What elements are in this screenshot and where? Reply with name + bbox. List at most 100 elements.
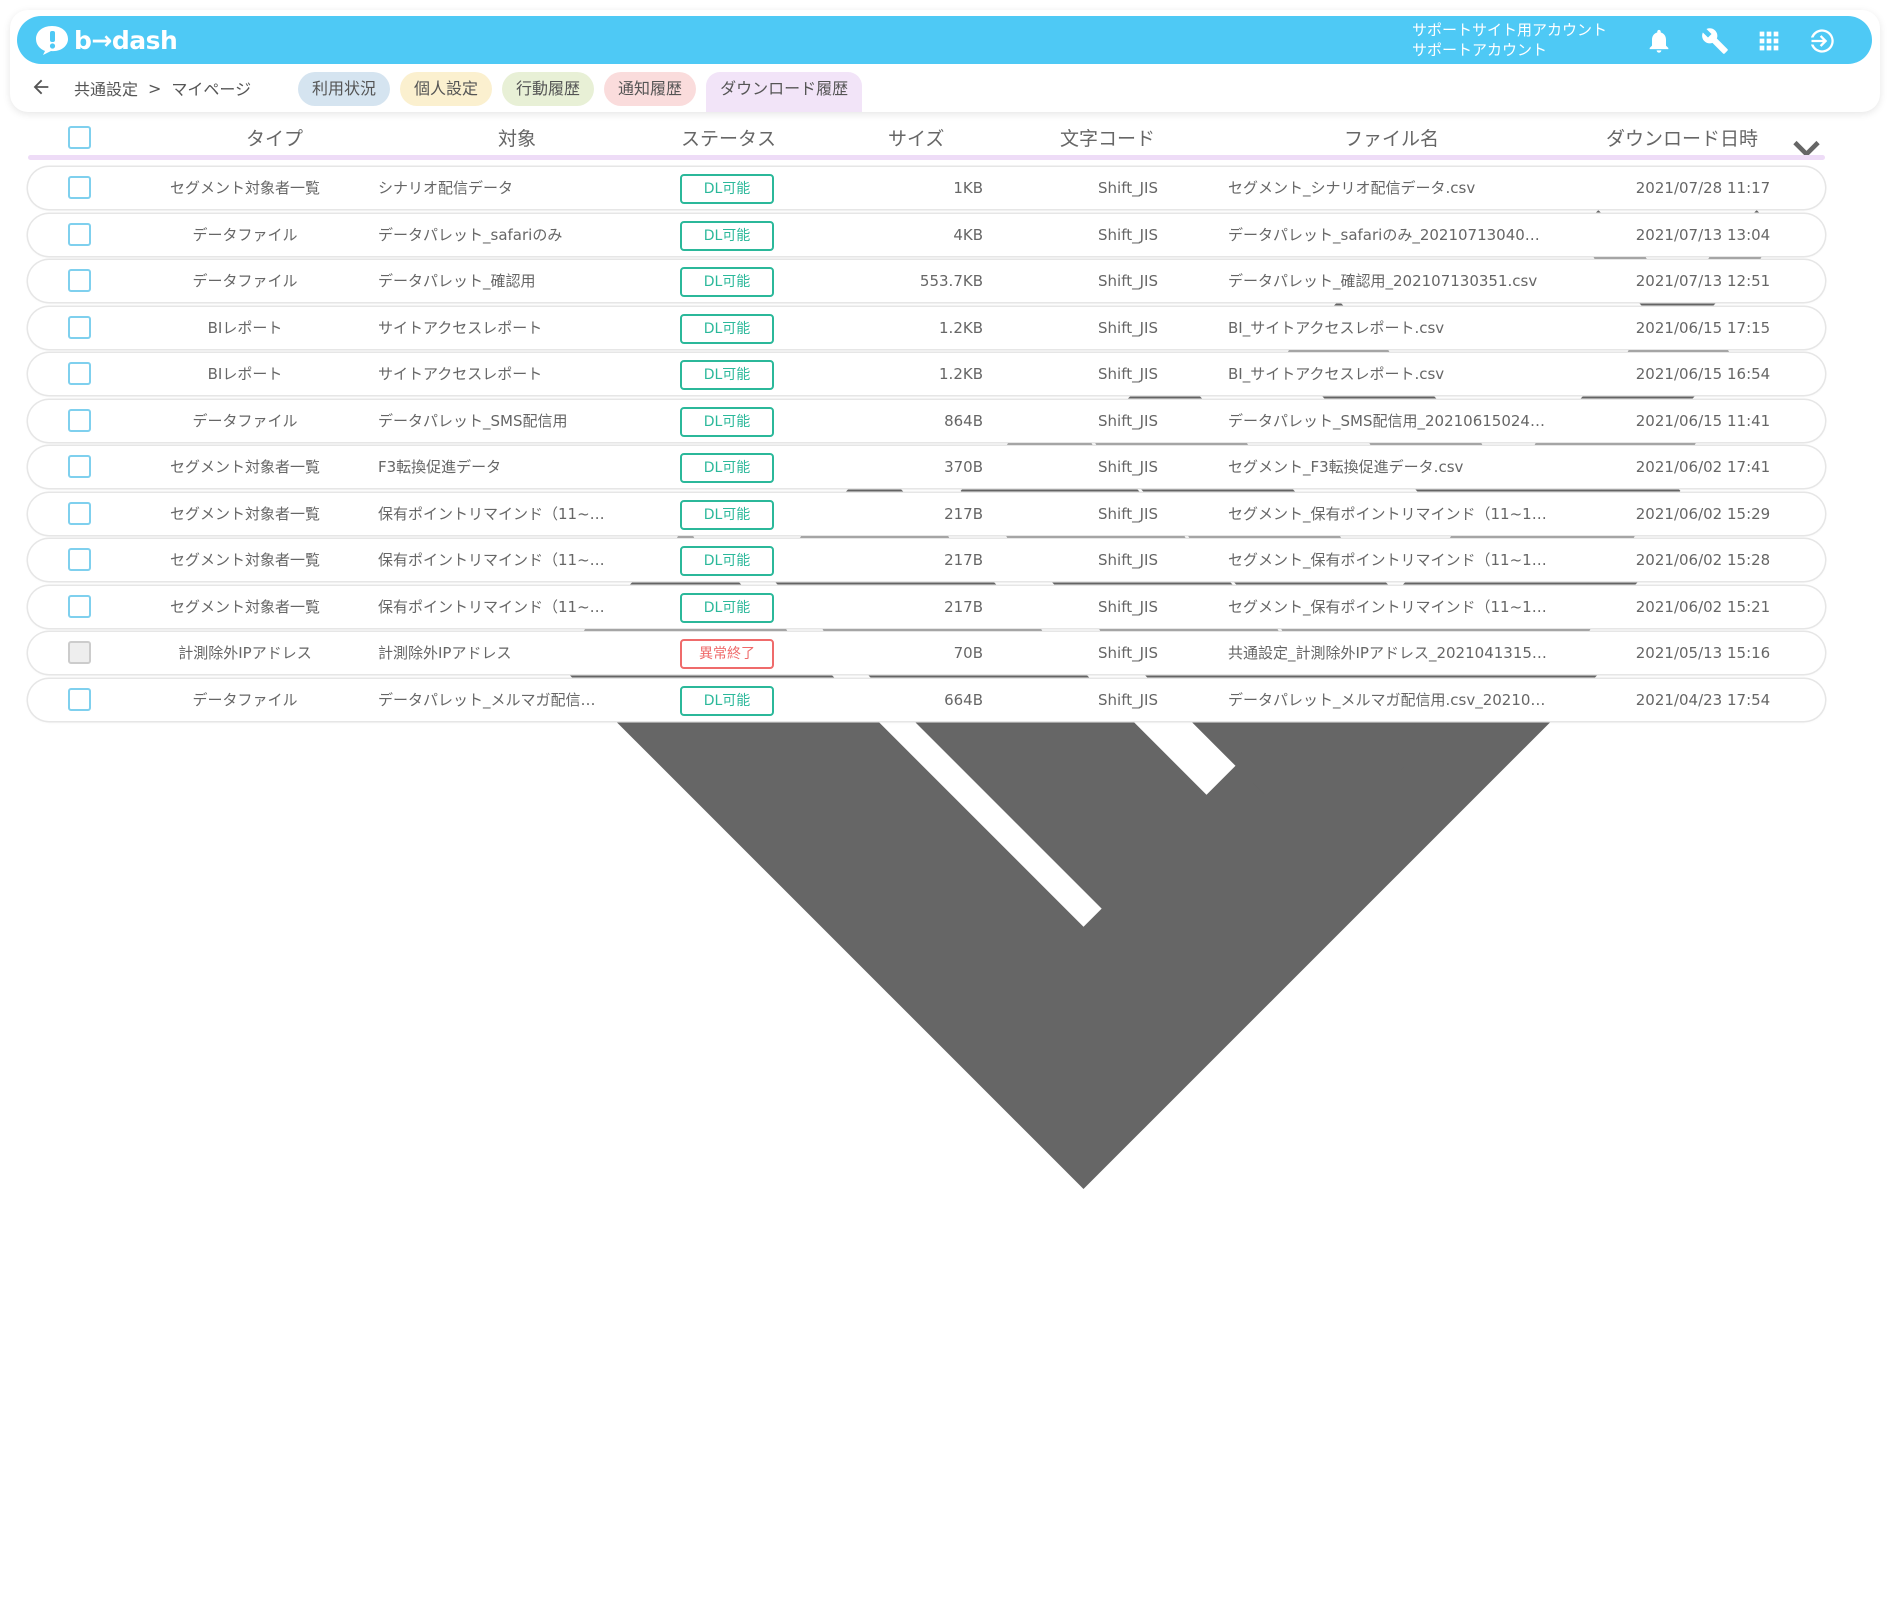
top-bar: b→dash サポートサイト用アカウント サポートアカウント xyxy=(17,16,1872,64)
table-row[interactable]: BIレポート サイトアクセスレポート DL可能 1.2KB Shift_JIS … xyxy=(28,306,1825,349)
row-checkbox[interactable] xyxy=(68,222,91,246)
row-checkbox[interactable] xyxy=(68,408,91,432)
row-checkbox-cell xyxy=(68,455,91,479)
cell-date: 2021/06/02 17:41 xyxy=(1635,458,1771,476)
cell-filename: BI_サイトアクセスレポート.csv xyxy=(1228,365,1445,383)
table-row[interactable]: データファイル データパレット_メルマガ配信… DL可能 664B Shift_… xyxy=(28,678,1825,721)
grid-icon[interactable] xyxy=(1754,26,1784,56)
cell-date: 2021/06/02 15:29 xyxy=(1635,504,1771,523)
row-checkbox[interactable] xyxy=(68,315,91,339)
cell-size: 217B xyxy=(944,504,983,523)
status-badge[interactable]: DL可能 xyxy=(680,360,774,390)
cell-target: データパレット_メルマガ配信… xyxy=(378,690,596,709)
logo-text: b→dash xyxy=(74,25,178,55)
table-header: タイプ 対象 ステータス サイズ 文字コード ファイル名 ダウンロード日時 xyxy=(28,118,1825,1189)
table-row[interactable]: セグメント対象者一覧 シナリオ配信データ DL可能 1KB Shift_JIS … xyxy=(28,167,1825,209)
tab-download-history[interactable]: ダウンロード履歴 xyxy=(706,72,863,112)
row-checkbox[interactable] xyxy=(68,269,91,292)
row-checkbox[interactable] xyxy=(68,501,91,525)
column-header-type[interactable]: タイプ xyxy=(246,118,303,156)
cell-date: 2021/06/15 11:41 xyxy=(1635,411,1771,430)
cell-encoding: Shift_JIS xyxy=(1098,365,1158,383)
table-row[interactable]: データファイル データパレット_SMS配信用 DL可能 864B Shift_J… xyxy=(28,399,1825,442)
status-badge[interactable]: DL可能 xyxy=(680,685,774,716)
row-checkbox-cell xyxy=(68,594,91,619)
status-badge[interactable]: DL可能 xyxy=(680,267,774,297)
cell-target: サイトアクセスレポート xyxy=(378,365,543,383)
row-checkbox[interactable] xyxy=(68,548,91,571)
status-badge[interactable]: DL可能 xyxy=(680,406,774,437)
cell-type: セグメント対象者一覧 xyxy=(169,551,320,569)
status-badge[interactable]: DL可能 xyxy=(680,453,774,483)
cell-date: 2021/06/02 15:28 xyxy=(1635,551,1771,569)
cell-type: 計測除外IPアドレス xyxy=(178,644,312,662)
wrench-icon[interactable] xyxy=(1700,26,1730,56)
cell-date: 2021/07/28 11:17 xyxy=(1635,179,1771,197)
cell-encoding: Shift_JIS xyxy=(1098,551,1158,569)
sort-chevron-icon[interactable] xyxy=(1788,131,1825,168)
select-all-checkbox[interactable] xyxy=(68,125,91,149)
row-checkbox[interactable] xyxy=(68,455,91,478)
tab-notification-history[interactable]: 通知履歴 xyxy=(604,72,697,106)
select-all-cell xyxy=(68,118,91,156)
cell-filename: データパレット_SMS配信用_20210615024… xyxy=(1228,411,1545,430)
table-row[interactable]: BIレポート サイトアクセスレポート DL可能 1.2KB Shift_JIS … xyxy=(28,353,1825,395)
cell-date: 2021/06/15 17:15 xyxy=(1635,318,1771,337)
cell-target: サイトアクセスレポート xyxy=(378,318,543,337)
cell-target: 保有ポイントリマインド（11~… xyxy=(378,504,605,523)
cell-size: 370B xyxy=(944,458,983,476)
account-info[interactable]: サポートサイト用アカウント サポートアカウント xyxy=(1412,20,1607,60)
cell-filename: データパレット_メルマガ配信用.csv_20210… xyxy=(1228,690,1546,709)
status-badge-error: 異常終了 xyxy=(680,639,774,669)
table-row[interactable]: データファイル データパレット_safariのみ DL可能 4KB Shift_… xyxy=(28,213,1825,256)
tab-personal-settings[interactable]: 個人設定 xyxy=(400,72,493,106)
header-divider xyxy=(28,155,1825,160)
table-row[interactable]: セグメント対象者一覧 保有ポイントリマインド（11~… DL可能 217B Sh… xyxy=(28,585,1825,628)
cell-size: 664B xyxy=(944,690,983,709)
account-name: サポートサイト用アカウント xyxy=(1412,21,1608,39)
cell-size: 1KB xyxy=(953,179,983,197)
tab-bar: 利用状況 個人設定 行動履歴 通知履歴 ダウンロード履歴 xyxy=(298,72,872,112)
cell-type: セグメント対象者一覧 xyxy=(169,179,320,197)
cell-encoding: Shift_JIS xyxy=(1098,318,1158,337)
tab-usage[interactable]: 利用状況 xyxy=(298,72,391,106)
cell-encoding: Shift_JIS xyxy=(1098,411,1158,430)
cell-encoding: Shift_JIS xyxy=(1098,225,1158,244)
logo[interactable]: b→dash xyxy=(34,24,178,56)
row-checkbox[interactable] xyxy=(68,176,91,199)
back-arrow-icon[interactable] xyxy=(30,76,54,100)
row-checkbox-cell xyxy=(68,315,91,340)
status-badge[interactable]: DL可能 xyxy=(680,313,774,344)
cell-filename: 共通設定_計測除外IPアドレス_2021041315… xyxy=(1228,644,1547,662)
row-checkbox[interactable] xyxy=(68,594,91,618)
cell-date: 2021/06/15 16:54 xyxy=(1635,365,1771,383)
status-badge[interactable]: DL可能 xyxy=(680,592,774,623)
cell-target: シナリオ配信データ xyxy=(378,179,514,197)
cell-size: 864B xyxy=(944,411,983,430)
row-checkbox-cell xyxy=(68,641,91,665)
cell-size: 4KB xyxy=(953,225,983,244)
table-row[interactable]: セグメント対象者一覧 保有ポイントリマインド（11~… DL可能 217B Sh… xyxy=(28,492,1825,535)
breadcrumb-root[interactable]: 共通設定 xyxy=(74,76,138,100)
cell-filename: データパレット_safariのみ_20210713040… xyxy=(1228,225,1540,244)
status-badge[interactable]: DL可能 xyxy=(680,499,774,530)
row-checkbox[interactable] xyxy=(68,687,91,711)
table-row[interactable]: データファイル データパレット_確認用 DL可能 553.7KB Shift_J… xyxy=(28,260,1825,302)
row-checkbox-cell xyxy=(68,408,91,433)
table-row[interactable]: 計測除外IPアドレス 計測除外IPアドレス 異常終了 70B Shift_JIS… xyxy=(28,632,1825,674)
bell-icon[interactable] xyxy=(1644,26,1674,56)
breadcrumb-current: マイページ xyxy=(171,80,252,99)
logout-icon[interactable] xyxy=(1807,26,1837,56)
table-row[interactable]: セグメント対象者一覧 保有ポイントリマインド（11~… DL可能 217B Sh… xyxy=(28,539,1825,581)
tab-activity-history[interactable]: 行動履歴 xyxy=(502,72,595,106)
cell-date: 2021/07/13 12:51 xyxy=(1635,272,1771,290)
status-badge[interactable]: DL可能 xyxy=(680,174,774,204)
cell-type: セグメント対象者一覧 xyxy=(169,458,320,476)
cell-target: 保有ポイントリマインド（11~… xyxy=(378,551,605,569)
status-badge[interactable]: DL可能 xyxy=(680,220,774,251)
status-badge[interactable]: DL可能 xyxy=(680,546,774,576)
table-row[interactable]: セグメント対象者一覧 F3転換促進データ DL可能 370B Shift_JIS… xyxy=(28,446,1825,488)
column-label-type: タイプ xyxy=(246,127,304,150)
logo-icon xyxy=(34,24,70,56)
row-checkbox[interactable] xyxy=(68,362,91,385)
